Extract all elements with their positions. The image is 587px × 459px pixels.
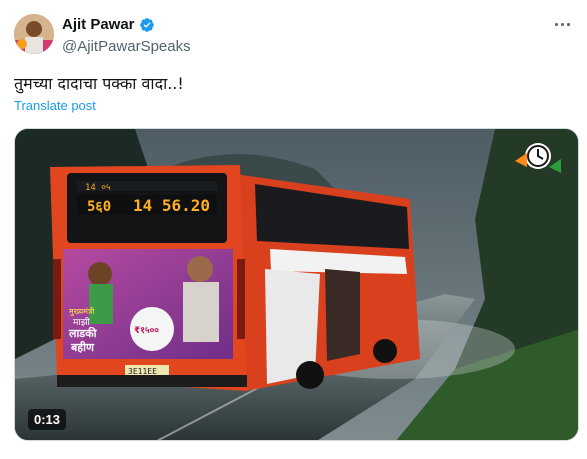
more-options-button[interactable] — [549, 14, 575, 34]
post-text: तुमच्या दादाचा पक्का वादा..! — [14, 74, 184, 93]
more-dot-icon — [560, 22, 564, 26]
author-name[interactable]: Ajit Pawar — [62, 16, 135, 33]
svg-text:14 ०५: 14 ०५ — [85, 183, 111, 193]
avatar-image — [14, 14, 54, 54]
ad-line3: लाडकी — [68, 326, 98, 340]
bus-display-route: 14 56.20 — [133, 196, 210, 215]
translate-post-link[interactable]: Translate post — [14, 98, 96, 113]
author-handle[interactable]: @AjitPawarSpeaks — [62, 38, 191, 55]
video-player[interactable]: 14 ०५ 5६0 14 56.20 मुख्यमंत्री माझी लाडक… — [14, 128, 579, 441]
ad-amount: ₹१५०० — [134, 326, 159, 336]
bus-plate: 3E11EE — [128, 367, 157, 376]
bus-display-left: 5६0 — [87, 199, 111, 215]
video-frame: 14 ०५ 5६0 14 56.20 मुख्यमंत्री माझी लाडक… — [15, 129, 578, 440]
video-duration-badge: 0:13 — [28, 409, 67, 430]
ad-line4: बहीण — [70, 340, 95, 354]
author-name-row: Ajit Pawar — [62, 16, 155, 33]
more-dot-icon — [566, 22, 570, 26]
ad-line1: मुख्यमंत्री — [69, 306, 95, 317]
author-avatar[interactable] — [14, 14, 54, 54]
more-dot-icon — [554, 22, 558, 26]
verified-badge-icon — [139, 17, 154, 32]
